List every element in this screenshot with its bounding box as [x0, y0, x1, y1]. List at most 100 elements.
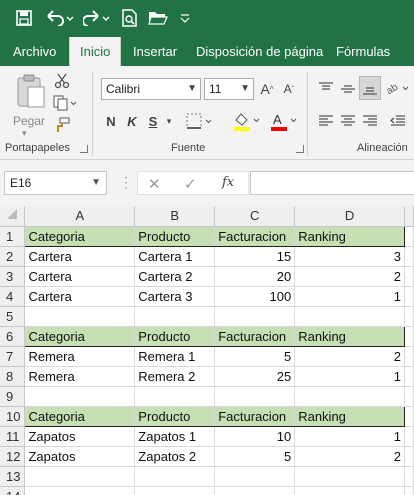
chevron-down-icon[interactable]: ▼	[91, 172, 101, 194]
format-painter-icon[interactable]	[52, 116, 72, 134]
cell[interactable]: Cartera	[24, 286, 136, 307]
cell[interactable]	[404, 326, 414, 347]
cell[interactable]	[24, 386, 136, 407]
align-middle-icon[interactable]	[338, 80, 358, 98]
cell[interactable]: Cartera 3	[134, 286, 216, 307]
borders-icon[interactable]	[185, 110, 215, 132]
row-header[interactable]: 3	[0, 266, 26, 287]
cell[interactable]: Facturacion	[214, 405, 296, 427]
cell[interactable]: Zapatos 2	[134, 446, 216, 467]
open-folder-icon[interactable]	[147, 6, 169, 30]
cell[interactable]	[404, 226, 414, 247]
cell[interactable]: Zapatos	[24, 426, 136, 447]
align-left-icon[interactable]	[316, 112, 336, 130]
cell[interactable]: 1	[294, 366, 405, 387]
cell[interactable]: 5	[214, 446, 296, 467]
formula-input[interactable]	[250, 171, 414, 195]
cell[interactable]: Facturacion	[214, 325, 296, 347]
chevron-down-icon[interactable]: ▼	[240, 79, 250, 99]
cell[interactable]	[214, 306, 296, 327]
font-size-combo[interactable]: 11 ▼	[204, 78, 254, 100]
decrease-font-size-icon[interactable]: Aˇ	[280, 79, 298, 99]
row-header[interactable]: 11	[0, 426, 26, 447]
name-box[interactable]: E16 ▼	[4, 171, 107, 195]
cancel-icon[interactable]: ✕	[148, 175, 161, 193]
font-color-icon[interactable]: A	[268, 110, 300, 132]
cell[interactable]: Remera 2	[134, 366, 216, 387]
cell[interactable]	[404, 466, 414, 487]
cell[interactable]	[24, 486, 136, 495]
row-header[interactable]: 5	[0, 306, 26, 327]
cell[interactable]	[214, 486, 296, 495]
cell[interactable]	[404, 266, 414, 287]
cell[interactable]	[404, 246, 414, 267]
column-header-e[interactable]	[404, 206, 414, 227]
cell[interactable]: 5	[214, 346, 296, 367]
column-header-b[interactable]: B	[134, 206, 216, 227]
column-header-d[interactable]: D	[294, 206, 405, 227]
cell[interactable]: 2	[294, 266, 405, 287]
cell[interactable]	[404, 426, 414, 447]
save-icon[interactable]	[14, 6, 34, 30]
print-preview-icon[interactable]	[120, 6, 140, 30]
row-header[interactable]: 4	[0, 286, 26, 307]
customize-qat-icon[interactable]	[178, 6, 192, 30]
row-header[interactable]: 13	[0, 466, 26, 487]
cell[interactable]	[134, 486, 216, 495]
cell[interactable]	[24, 306, 136, 327]
font-launcher-icon[interactable]	[296, 145, 304, 153]
align-right-icon[interactable]	[360, 112, 380, 130]
undo-icon[interactable]	[46, 6, 76, 30]
insert-function-button[interactable]: fx	[222, 175, 234, 190]
fill-color-icon[interactable]	[231, 110, 263, 132]
tab-insertar[interactable]: Insertar	[133, 37, 177, 66]
row-header[interactable]: 6	[0, 326, 26, 347]
cell[interactable]	[294, 386, 405, 407]
copy-icon[interactable]	[52, 94, 78, 112]
cell[interactable]: 3	[294, 246, 405, 267]
cell[interactable]	[404, 446, 414, 467]
cell[interactable]: Categoria	[24, 405, 136, 427]
font-name-combo[interactable]: Calibri ▼	[101, 78, 201, 100]
row-header[interactable]: 7	[0, 346, 26, 367]
bold-button[interactable]: N	[103, 110, 119, 132]
cell[interactable]	[294, 466, 405, 487]
cell[interactable]: 100	[214, 286, 296, 307]
cell[interactable]	[134, 386, 216, 407]
paste-dropdown-icon[interactable]: ▾	[22, 128, 27, 139]
cell[interactable]	[134, 466, 216, 487]
align-center-icon[interactable]	[338, 112, 358, 130]
cell[interactable]: Zapatos 1	[134, 426, 216, 447]
align-bottom-icon[interactable]	[359, 76, 381, 100]
tab-disposicion-de-pagina[interactable]: Disposición de página	[196, 37, 323, 66]
cell[interactable]: Cartera 2	[134, 266, 216, 287]
cell[interactable]: Cartera	[24, 266, 136, 287]
cell[interactable]	[404, 366, 414, 387]
cell[interactable]: 10	[214, 426, 296, 447]
italic-button[interactable]: K	[124, 110, 140, 132]
cell[interactable]	[404, 346, 414, 367]
tab-inicio[interactable]: Inicio	[69, 37, 122, 66]
chevron-down-icon[interactable]: ▼	[187, 79, 197, 99]
tab-formulas[interactable]: Fórmulas	[336, 37, 390, 66]
cell[interactable]: Producto	[134, 325, 216, 347]
cell[interactable]: Zapatos	[24, 446, 136, 467]
cell[interactable]: Cartera 1	[134, 246, 216, 267]
row-header[interactable]: 14	[0, 486, 26, 495]
cell[interactable]	[404, 286, 414, 307]
cell[interactable]	[134, 306, 216, 327]
cell[interactable]: Remera	[24, 366, 136, 387]
cell[interactable]	[24, 466, 136, 487]
cell[interactable]	[404, 486, 414, 495]
cell[interactable]: Ranking	[294, 225, 405, 247]
cell[interactable]: 2	[294, 446, 405, 467]
cell[interactable]	[404, 406, 414, 427]
cell[interactable]	[404, 306, 414, 327]
row-header[interactable]: 8	[0, 366, 26, 387]
cell[interactable]	[214, 466, 296, 487]
cell[interactable]: Remera 1	[134, 346, 216, 367]
cell[interactable]: Producto	[134, 225, 216, 247]
orientation-icon[interactable]: ab	[384, 78, 414, 98]
cell[interactable]: 25	[214, 366, 296, 387]
increase-font-size-icon[interactable]: A ^	[258, 79, 276, 99]
